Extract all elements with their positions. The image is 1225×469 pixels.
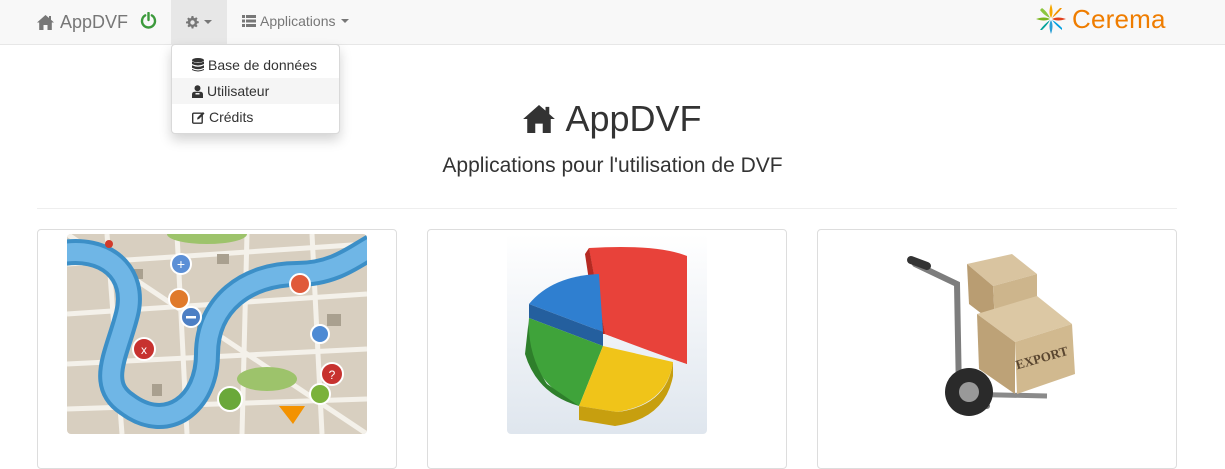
settings-dropdown-menu: Base de données Utilisateur Crédits — [171, 44, 340, 134]
gear-icon — [186, 15, 199, 29]
settings-dropdown-toggle[interactable] — [171, 0, 227, 44]
divider — [37, 208, 1177, 209]
cerema-logo-icon — [1036, 4, 1066, 34]
power-icon[interactable] — [140, 11, 157, 34]
page-subtitle: Applications pour l'utilisation de DVF — [442, 154, 783, 177]
menu-item-label: Base de données — [208, 57, 317, 73]
menu-item-database[interactable]: Base de données — [172, 52, 339, 78]
app-card-export[interactable]: EXPORT — [817, 229, 1177, 469]
app-card-statistics[interactable] — [427, 229, 787, 469]
list-icon — [242, 15, 256, 27]
svg-text:?: ? — [329, 368, 336, 382]
menu-item-label: Crédits — [209, 109, 254, 125]
applications-dropdown-toggle[interactable]: Applications — [242, 13, 349, 29]
caret-down-icon — [204, 20, 212, 24]
caret-down-icon — [340, 19, 349, 23]
brand-label: AppDVF — [60, 11, 129, 32]
menu-item-credits[interactable]: Crédits — [172, 104, 339, 130]
pie-chart-thumbnail[interactable] — [507, 234, 707, 434]
edit-icon — [192, 111, 205, 124]
menu-item-label: Utilisateur — [207, 83, 270, 99]
map-thumbnail[interactable]: + x ? — [67, 234, 367, 434]
database-icon — [192, 58, 204, 72]
user-icon — [192, 84, 203, 98]
home-icon — [37, 14, 54, 30]
applications-label: Applications — [260, 13, 336, 29]
logo-text: Cerema — [1072, 3, 1166, 34]
menu-item-user[interactable]: Utilisateur — [172, 78, 339, 104]
export-hand-truck-thumbnail[interactable]: EXPORT — [897, 234, 1097, 434]
home-icon — [523, 105, 556, 133]
svg-text:+: + — [177, 256, 185, 272]
brand-link[interactable]: AppDVF — [37, 11, 128, 33]
page-title-text: AppDVF — [565, 98, 702, 139]
cerema-logo[interactable]: Cerema — [1034, 2, 1166, 36]
app-card-map[interactable]: + x ? — [37, 229, 397, 469]
top-navbar: AppDVF Applications Cerema — [0, 0, 1225, 45]
svg-text:x: x — [141, 343, 147, 357]
